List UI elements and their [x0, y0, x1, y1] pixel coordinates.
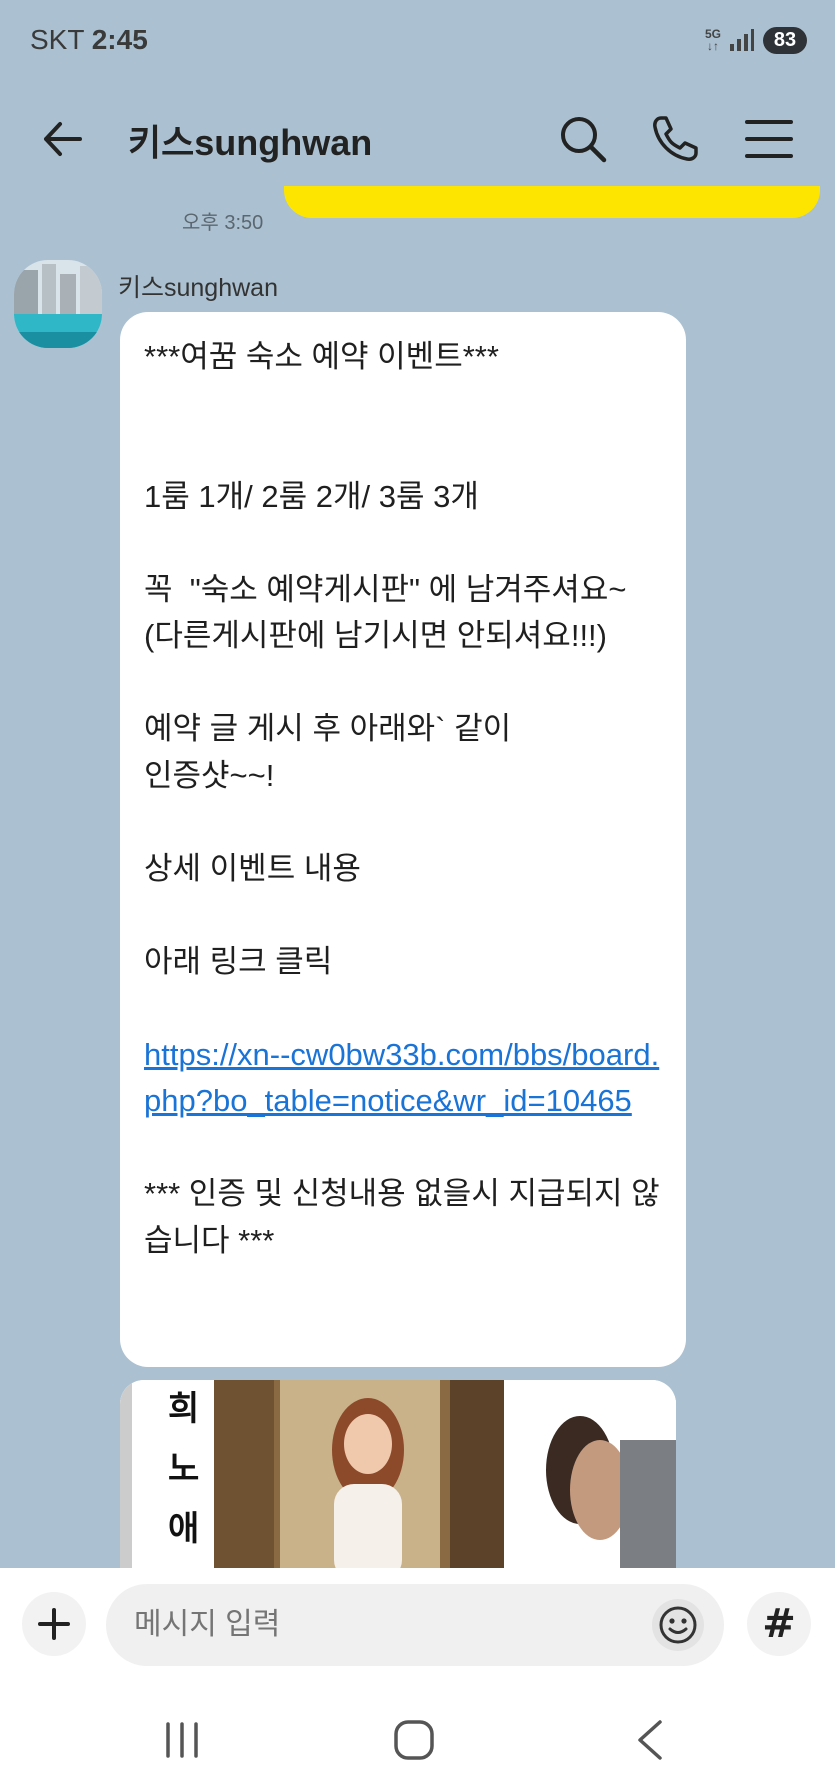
message-time: 오후 3:50 — [182, 212, 264, 234]
chat-area[interactable]: 오후 3:50 키스sunghwan ***여꿈 숙소 예약 이벤트*** 1룸… — [0, 186, 835, 1568]
message-line: 아래 링크 클릭 — [144, 943, 333, 979]
message-line: ***여꿈 숙소 예약 이벤트*** — [144, 339, 499, 374]
back-arrow-icon[interactable] — [38, 114, 88, 164]
status-carrier-time: SKT 2:45 — [30, 24, 148, 56]
status-bar: SKT 2:45 5G ↓↑ 83 — [0, 0, 835, 80]
image-text: 애 — [168, 1509, 199, 1549]
carrier-label: SKT — [30, 24, 84, 55]
message-line: 인증샷~~! — [144, 757, 275, 793]
signal-icon — [730, 29, 754, 51]
attach-button[interactable] — [22, 1592, 86, 1656]
phone-icon[interactable] — [648, 112, 702, 166]
chat-title: 키스sunghwan — [128, 122, 373, 163]
plus-icon — [38, 1608, 70, 1640]
status-icons: 5G ↓↑ 83 — [704, 26, 807, 54]
menu-icon[interactable] — [742, 112, 796, 166]
chat-header: 키스sunghwan — [0, 90, 835, 186]
avatar-image — [14, 260, 102, 348]
back-icon[interactable] — [620, 1710, 680, 1770]
network-5g-icon: 5G ↓↑ — [704, 27, 721, 53]
image-thumbnail: 희 노 애 — [120, 1380, 676, 1568]
hashtag-button[interactable]: # — [747, 1592, 811, 1656]
recent-apps-icon[interactable] — [152, 1710, 212, 1770]
message-line: 상세 이벤트 내용 — [144, 850, 361, 886]
image-message[interactable]: 희 노 애 — [120, 1380, 676, 1568]
event-link[interactable]: https://xn--cw0bw33b.com/bbs/board.php?b… — [144, 1032, 664, 1125]
image-text: 노 — [168, 1449, 199, 1489]
message-line: 1룸 1개/ 2룸 2개/ 3룸 3개 — [144, 478, 479, 514]
clock: 2:45 — [91, 24, 148, 55]
message-line: 꼭 "숙소 예약게시판" 에 남겨주셔요~ — [144, 571, 627, 607]
message-input-bar: # — [0, 1568, 835, 1682]
image-text: 희 — [168, 1389, 199, 1429]
message-line: *** 인증 및 신청내용 없을시 지급되지 않습니다 *** — [144, 1176, 660, 1258]
received-message-bubble[interactable]: ***여꿈 숙소 예약 이벤트*** 1룸 1개/ 2룸 2개/ 3룸 3개 꼭… — [120, 312, 686, 1367]
sender-name: 키스sunghwan — [118, 274, 278, 302]
emoji-icon — [659, 1606, 697, 1644]
my-message-bubble[interactable] — [284, 186, 820, 218]
system-navigation-bar — [0, 1682, 835, 1791]
search-icon[interactable] — [556, 112, 610, 166]
emoji-button[interactable] — [652, 1599, 704, 1651]
home-icon[interactable] — [384, 1710, 444, 1770]
avatar[interactable] — [14, 260, 102, 348]
battery-icon: 83 — [763, 26, 807, 54]
message-input[interactable] — [106, 1584, 724, 1666]
message-line: (다른게시판에 남기시면 안되셔요!!!) — [144, 618, 607, 653]
message-line: 예약 글 게시 후 아래와` 같이 — [144, 711, 512, 746]
